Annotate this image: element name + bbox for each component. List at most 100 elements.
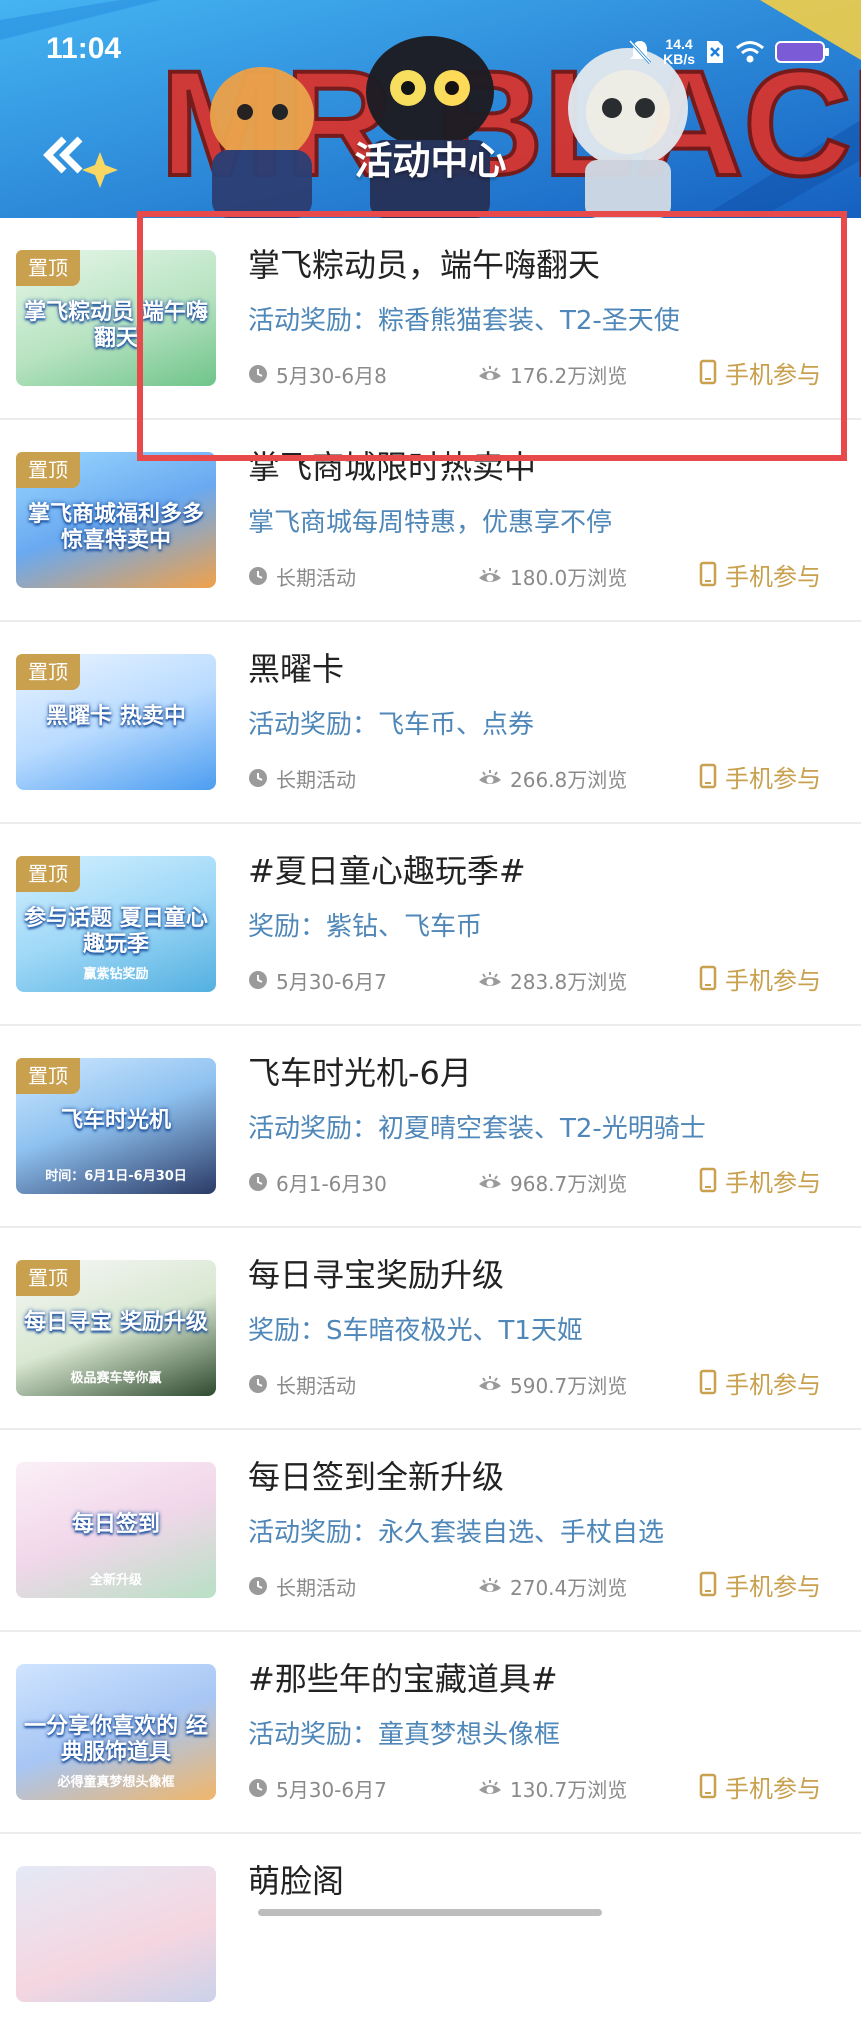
- home-indicator[interactable]: [258, 1909, 602, 1916]
- network-speed-value: 14.4: [665, 36, 693, 52]
- activity-item[interactable]: 每日寻宝 奖励升级极品赛车等你赢 置顶 每日寻宝奖励升级奖励：S车暗夜极光、T1天姬…: [0, 1228, 861, 1430]
- activity-date: 长期活动: [248, 1570, 356, 1602]
- mobile-join-label: 手机参与: [725, 1572, 821, 1601]
- activity-title[interactable]: #夏日童心趣玩季#: [248, 846, 526, 892]
- activity-views: 130.7万浏览: [478, 1772, 627, 1804]
- activity-views-text: 270.4万浏览: [510, 1575, 628, 1600]
- activity-item[interactable]: 参与话题 夏日童心趣玩季赢紫钻奖励 置顶 #夏日童心趣玩季# 奖励：紫钻、飞车币 5月3…: [0, 824, 861, 1026]
- status-time: 11:04: [46, 32, 122, 65]
- mobile-join-label: 手机参与: [725, 764, 821, 793]
- activity-thumbnail[interactable]: 一分享你喜欢的 经典服饰道具必得童真梦想头像框: [16, 1664, 216, 1800]
- views-eye-icon: [479, 1578, 501, 1592]
- network-speed: 14.4 KB/s: [663, 37, 695, 67]
- clock-icon: [249, 1173, 267, 1191]
- activity-date: 长期活动: [248, 762, 356, 794]
- mobile-join-button[interactable]: 手机参与: [699, 1566, 821, 1602]
- activity-reward: 活动奖励：飞车币、点券: [248, 710, 535, 740]
- page-title: 活动中心: [354, 139, 507, 183]
- mobile-join-button[interactable]: 手机参与: [699, 758, 821, 794]
- views-eye-icon: [479, 1174, 501, 1188]
- mobile-join-button[interactable]: 手机参与: [699, 1162, 821, 1198]
- activity-reward: 掌飞商城每周特惠，优惠享不停: [248, 508, 613, 538]
- phone-icon: [699, 965, 717, 991]
- thumbnail-caption: 每日寻宝 奖励升级: [24, 1310, 208, 1335]
- mobile-join-button[interactable]: 手机参与: [699, 960, 821, 996]
- thumbnail-subcaption: 赢紫钻奖励: [83, 967, 149, 982]
- sim-none-icon: [705, 39, 725, 65]
- views-eye-icon: [479, 1376, 501, 1390]
- activity-views-text: 266.8万浏览: [510, 767, 628, 792]
- thumbnail-caption: 飞车时光机: [60, 1108, 171, 1133]
- pinned-badge: 置顶: [16, 452, 80, 488]
- activity-date-text: 5月30-6月8: [276, 363, 387, 388]
- clock-icon: [249, 567, 267, 585]
- phone-icon: [699, 1167, 717, 1193]
- views-eye-icon: [479, 972, 501, 986]
- activity-item[interactable]: 一分享你喜欢的 经典服饰道具 必得童真梦想头像框 #那些年的宝藏道具# 活动奖励：童真…: [0, 1632, 861, 1834]
- activity-reward: 奖励：S车暗夜极光、T1天姬: [248, 1316, 583, 1346]
- clock-icon: [249, 1375, 267, 1393]
- silent-bell-icon: [627, 38, 653, 66]
- activity-title[interactable]: 飞车时光机-6月: [248, 1048, 472, 1094]
- activity-date-text: 长期活动: [276, 565, 356, 590]
- activity-item[interactable]: 黑曜卡 热卖中 置顶 黑曜卡 活动奖励：飞车币、点券 长期活动 266.8万浏览 手机参与: [0, 622, 861, 824]
- pinned-badge: 置顶: [16, 856, 80, 892]
- activity-title[interactable]: 掌飞商城限时热卖中: [248, 442, 536, 488]
- header-banner: MR.BLACK 11:04: [0, 0, 861, 218]
- pinned-badge: 置顶: [16, 1260, 80, 1296]
- clock-icon: [249, 365, 267, 383]
- activity-reward: 奖励：紫钻、飞车币: [248, 912, 483, 942]
- activity-views: 283.8万浏览: [478, 964, 627, 996]
- activity-thumbnail[interactable]: [16, 1866, 216, 2002]
- activity-item[interactable]: 萌脸阁: [0, 1834, 861, 2036]
- activity-views: 968.7万浏览: [478, 1166, 627, 1198]
- thumbnail-caption: 每日签到: [71, 1512, 160, 1537]
- mobile-join-button[interactable]: 手机参与: [699, 1364, 821, 1400]
- thumbnail-caption: 一分享你喜欢的 经典服饰道具: [24, 1714, 208, 1765]
- activity-reward: 活动奖励：初夏晴空套装、T2-光明骑士: [248, 1114, 706, 1144]
- activity-date-text: 长期活动: [276, 767, 356, 792]
- pinned-badge: 置顶: [16, 250, 80, 286]
- mobile-join-button[interactable]: 手机参与: [699, 1768, 821, 1804]
- views-eye-icon: [479, 366, 501, 380]
- mobile-join-label: 手机参与: [725, 966, 821, 995]
- mobile-join-button[interactable]: 手机参与: [699, 556, 821, 592]
- battery-icon: [775, 39, 831, 65]
- activity-views-text: 176.2万浏览: [510, 363, 628, 388]
- activity-title[interactable]: 萌脸阁: [248, 1856, 344, 1902]
- activity-title[interactable]: 每日签到全新升级: [248, 1452, 504, 1498]
- pinned-badge: 置顶: [16, 1058, 80, 1094]
- activity-item[interactable]: 掌飞粽动员 端午嗨翻天 置顶 掌飞粽动员，端午嗨翻天 活动奖励：粽香熊猫套装、T2-圣…: [0, 218, 861, 420]
- status-bar: 11:04 14.4 KB/s: [0, 28, 861, 74]
- activity-views: 180.0万浏览: [478, 560, 627, 592]
- activity-reward: 活动奖励：永久套装自选、手杖自选: [248, 1518, 665, 1548]
- activity-item[interactable]: 掌飞商城福利多多 惊喜特卖中 置顶 掌飞商城限时热卖中 掌飞商城每周特惠，优惠享不停长…: [0, 420, 861, 622]
- activity-date: 长期活动: [248, 1368, 356, 1400]
- activity-views-text: 283.8万浏览: [510, 969, 628, 994]
- nav-bar: 活动中心: [0, 116, 861, 196]
- activity-views-text: 590.7万浏览: [510, 1373, 628, 1398]
- activity-date-text: 5月30-6月7: [276, 969, 387, 994]
- mobile-join-label: 手机参与: [725, 1370, 821, 1399]
- views-eye-icon: [479, 770, 501, 784]
- clock-icon: [249, 769, 267, 787]
- mobile-join-button[interactable]: 手机参与: [699, 354, 821, 390]
- activity-date: 5月30-6月8: [248, 358, 387, 390]
- activity-date-text: 5月30-6月7: [276, 1777, 387, 1802]
- clock-icon: [249, 1577, 267, 1595]
- activity-title[interactable]: 黑曜卡: [248, 644, 344, 690]
- activity-title[interactable]: 每日寻宝奖励升级: [248, 1250, 504, 1296]
- activity-item[interactable]: 飞车时光机 时间：6月1日-6月30日 置顶 飞车时光机-6月 活动奖励：初夏晴空套装、…: [0, 1026, 861, 1228]
- mobile-join-label: 手机参与: [725, 1168, 821, 1197]
- activity-item[interactable]: 每日签到 全新升级 每日签到全新升级 活动奖励：永久套装自选、手杖自选 长期活动 270.…: [0, 1430, 861, 1632]
- clock-icon: [249, 1779, 267, 1797]
- activity-title[interactable]: 掌飞粽动员，端午嗨翻天: [248, 240, 600, 286]
- thumbnail-subcaption: 必得童真梦想头像框: [57, 1775, 175, 1790]
- activity-thumbnail[interactable]: 每日签到 全新升级: [16, 1462, 216, 1598]
- thumbnail-subcaption: 极品赛车等你赢: [70, 1371, 162, 1386]
- thumbnail-caption: 参与话题 夏日童心趣玩季: [24, 906, 208, 957]
- phone-icon: [699, 561, 717, 587]
- activity-title[interactable]: #那些年的宝藏道具#: [248, 1654, 558, 1700]
- thumbnail-caption: 掌飞粽动员 端午嗨翻天: [24, 300, 208, 351]
- activity-views-text: 180.0万浏览: [510, 565, 628, 590]
